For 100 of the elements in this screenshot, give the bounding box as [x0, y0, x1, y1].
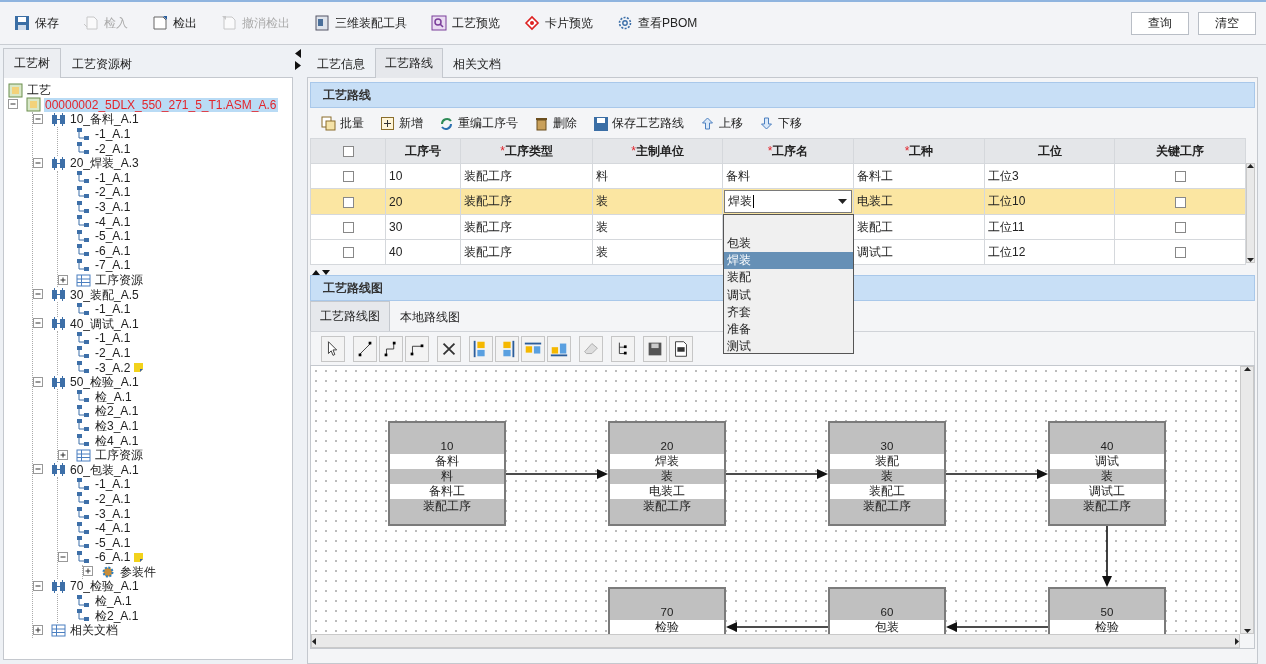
table-cell: 装	[596, 244, 608, 259]
dropdown-option[interactable]: 齐套	[724, 303, 853, 321]
toolbar-button[interactable]: 清空	[1198, 11, 1256, 35]
table-cell: 工位10	[988, 194, 1026, 208]
tree-item[interactable]: 20_焊装_A.3	[69, 156, 140, 171]
toolbar-button[interactable]: 查询	[1131, 11, 1189, 35]
action-button[interactable]: 新增	[377, 112, 426, 134]
tree-item[interactable]: 检_A.1	[94, 594, 133, 609]
node-field: 装配工	[830, 484, 944, 499]
table-cell: 工位3	[988, 168, 1019, 183]
tree-item[interactable]: 60_包装_A.1	[69, 462, 140, 477]
tree-item[interactable]: -2_A.1	[94, 346, 132, 360]
tree-item[interactable]: -1_A.1	[94, 331, 132, 346]
table-cell: 装配工	[857, 219, 893, 234]
node-text: 装配工序	[1082, 499, 1132, 514]
action-button[interactable]: 删除	[531, 112, 580, 134]
toolbar-button[interactable]: 工艺预览	[427, 11, 504, 35]
tree-item[interactable]: -1_A.1	[94, 302, 132, 317]
tree-item[interactable]: 检4_A.1	[94, 433, 140, 448]
node-text: 装配工序	[642, 499, 692, 514]
required-mark: *	[500, 143, 505, 158]
tree-item[interactable]: 40_调试_A.1	[69, 316, 140, 331]
node-text: 20	[659, 439, 675, 454]
action-button[interactable]: 批量	[318, 112, 367, 134]
dropdown-option[interactable]: 准备	[724, 320, 853, 339]
tree-item[interactable]: -2_A.1	[94, 141, 132, 156]
tab[interactable]: 本地路线图	[390, 303, 470, 331]
section-title: 工艺路线	[323, 86, 371, 104]
node-text: 10	[439, 439, 455, 454]
tab[interactable]: 工艺路线图	[310, 301, 390, 331]
column-title: 工序类型	[504, 143, 553, 158]
tree-item[interactable]: -2_A.1	[94, 185, 132, 200]
tree-item[interactable]: 检_A.1	[94, 389, 133, 404]
tree-item[interactable]: 70_检验_A.1	[69, 579, 140, 594]
tab[interactable]: 工艺树	[3, 48, 61, 78]
tree-item[interactable]: -6_A.1	[94, 550, 132, 565]
table-cell: 装	[596, 219, 608, 234]
action-button[interactable]: 下移	[756, 112, 805, 134]
tree-item[interactable]: -2_A.1	[94, 491, 132, 506]
tree-item[interactable]: -4_A.1	[94, 214, 132, 229]
column-title: 工序号	[405, 143, 441, 158]
toolbar-button[interactable]: 检出	[148, 11, 201, 35]
toolbar-button[interactable]: 保存	[10, 11, 63, 35]
node-field: 电装工	[610, 484, 724, 499]
tree-item[interactable]: -1_A.1	[94, 170, 132, 185]
toolbar-button[interactable]: 三维装配工具	[310, 11, 411, 35]
tree-item[interactable]: 10_备料_A.1	[69, 112, 140, 127]
table-cell: 调试工	[857, 244, 893, 259]
tab[interactable]: 工艺信息	[307, 50, 375, 78]
tree-item[interactable]: 工艺	[26, 83, 52, 98]
tree-item[interactable]: 30_装配_A.5	[69, 287, 140, 302]
column-title: 关键工序	[1156, 143, 1204, 158]
toolbar-button[interactable]: 卡片预览	[520, 11, 597, 35]
table-cell: 装配工序	[464, 168, 512, 183]
node-field: 调试工	[1050, 484, 1164, 499]
tree-item[interactable]: -5_A.1	[94, 535, 132, 550]
tree-item[interactable]: 相关文档	[69, 623, 119, 638]
tree-item[interactable]: 参装件	[119, 564, 157, 579]
tree-item[interactable]: -3_A.1	[94, 506, 132, 521]
tree-item[interactable]: -4_A.1	[94, 521, 132, 536]
tab[interactable]: 相关文档	[443, 50, 511, 78]
action-button[interactable]: 保存工艺路线	[590, 112, 687, 134]
toolbar-button[interactable]: 查看PBOM	[613, 11, 702, 35]
tree-item[interactable]: -3_A.2	[94, 360, 132, 375]
tree-item[interactable]: 检2_A.1	[94, 404, 140, 419]
dropdown-option[interactable]: 包装	[724, 235, 853, 253]
tree-item[interactable]: -7_A.1	[94, 258, 132, 273]
tree-item[interactable]: 检2_A.1	[94, 608, 140, 623]
table-cell: 备料	[726, 168, 750, 183]
tree-item[interactable]: 工序资源	[94, 448, 144, 463]
column-title: 工序名	[772, 143, 809, 158]
required-mark: *	[767, 143, 773, 158]
section-title: 工艺路线图	[323, 279, 383, 297]
dropdown-option[interactable]: 调试	[724, 286, 853, 304]
action-button[interactable]: 上移	[697, 112, 746, 134]
tree-item[interactable]: -1_A.1	[94, 127, 132, 142]
action-button[interactable]: 重编工序号	[436, 112, 521, 134]
tree-item[interactable]: 检3_A.1	[94, 418, 140, 433]
dropdown-field[interactable]: 焊装	[724, 190, 852, 213]
table-cell: 装配工序	[464, 244, 512, 259]
table-cell: 装配工序	[464, 194, 512, 208]
tab[interactable]: 工艺资源树	[61, 50, 143, 78]
tree-item[interactable]: -1_A.1	[94, 477, 132, 492]
table-cell: 20	[389, 194, 403, 209]
tab[interactable]: 工艺路线	[375, 48, 443, 78]
tree-item[interactable]: -3_A.1	[94, 200, 132, 215]
node-field: 检验	[610, 620, 724, 634]
tree-item[interactable]: 工序资源	[94, 273, 144, 287]
node-field: 焊装	[610, 454, 724, 469]
node-field: 检验	[1050, 620, 1164, 634]
node-text: 30	[879, 439, 895, 454]
dropdown-option[interactable]: 测试	[724, 338, 853, 356]
dropdown-option[interactable]: 装配	[724, 269, 853, 287]
tree-item[interactable]: -5_A.1	[94, 229, 132, 244]
node-field: 备料	[390, 454, 504, 469]
node-text: 装	[660, 469, 674, 484]
table-cell: 料	[596, 168, 608, 183]
tree-item[interactable]: -6_A.1	[94, 243, 132, 258]
table-cell: 装配工序	[464, 219, 512, 234]
tree-item[interactable]: 50_检验_A.1	[69, 375, 140, 390]
